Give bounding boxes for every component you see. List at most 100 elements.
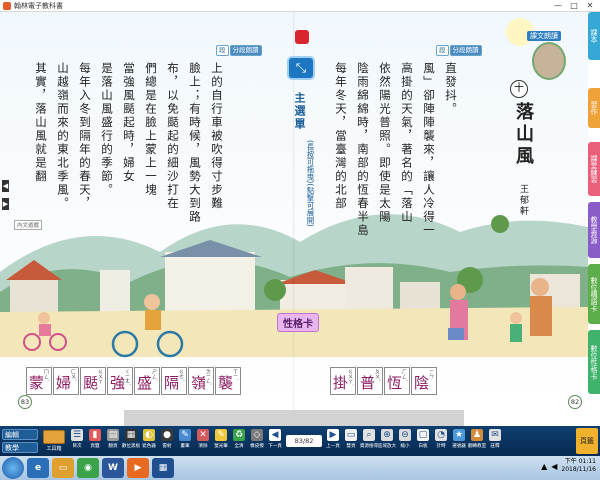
toolbar-button[interactable]: ▶ 上一頁 (324, 427, 342, 455)
toolbar-label: 橡皮擦 (250, 444, 264, 449)
close-button[interactable]: ✕ (582, 0, 598, 12)
prev-page-arrow[interactable]: ◀ (2, 180, 9, 192)
toolbar-button[interactable]: ★ 選號器 (450, 427, 468, 455)
toolbar-label: 選號器 (452, 444, 466, 449)
toolbar-button[interactable]: ◀ 下一頁 (266, 427, 284, 455)
tab-teaching-resources[interactable]: 教學資源 (588, 202, 600, 258)
start-button[interactable] (2, 457, 24, 479)
vocab-char: 婦 (56, 374, 72, 392)
next-page-arrow[interactable]: ▶ (2, 198, 9, 210)
segment-read-button[interactable]: 分段朗讀 (449, 44, 482, 56)
toolbar-button[interactable]: ▭ 雙頁 (342, 427, 360, 455)
vocab-card[interactable]: 普ㄆㄨˇ (357, 367, 383, 395)
trait-card-button[interactable]: 性格卡 (277, 313, 319, 332)
vocab-char: 颳 (83, 374, 99, 392)
chrome-icon[interactable]: ◉ (77, 458, 99, 478)
vocab-zhuyin: ㄏㄥˊ (401, 369, 407, 382)
vocab-card[interactable]: 恆ㄏㄥˊ (384, 367, 410, 395)
left-page-text: 上的自行車被吹得寸步難 臉上；有時候，風勢大到路 布，以免颳起的細沙打在 們總是… (30, 62, 228, 302)
lesson-read-button[interactable]: 課文朗讀 (527, 31, 561, 41)
page-tab-button[interactable]: 頁籤 (576, 428, 598, 454)
vocab-card[interactable]: 隔ㄍㄜˊ (161, 367, 187, 395)
toolbar-label: 區域放大 (377, 444, 397, 449)
section-tag[interactable]: 段 (216, 44, 229, 56)
tree (491, 215, 509, 233)
vocab-zhuyin: ㄌㄧㄥˇ (205, 369, 211, 386)
woman-head (531, 278, 549, 296)
folder-icon[interactable]: ▭ (52, 458, 74, 478)
vocab-card[interactable]: 陰ㄧㄣ (411, 367, 437, 395)
toolbar-button[interactable]: ♟ 翻轉教室 (468, 427, 486, 455)
toolbar-button[interactable]: ● 雷射 (158, 427, 176, 455)
toolbar-button[interactable]: ◔ 計時 (432, 427, 450, 455)
toolbox-button[interactable]: 工具箱 (40, 427, 68, 455)
main-menu-label: 主選單 (293, 92, 306, 131)
tab-textbook[interactable]: 課本 (588, 12, 600, 60)
vocab-card[interactable]: 蒙ㄇㄥˊ (26, 367, 52, 395)
toolbar-button[interactable]: ✎ 螢光筆 (212, 427, 230, 455)
toolbar-button[interactable]: ▮ 頁籤 (86, 427, 104, 455)
network-icon[interactable]: ▲ (541, 462, 547, 471)
toolbar-label: 畫筆 (180, 444, 190, 449)
clock[interactable]: 下午 01:11 2018/11/16 (561, 458, 596, 474)
edit-mode-button[interactable]: 編輯 (2, 429, 38, 440)
app-icon (3, 1, 11, 10)
toolbar-label: 計時 (436, 444, 446, 449)
toolbar-button[interactable]: ⊖ 縮小 (396, 427, 414, 455)
vocab-char: 隔 (164, 374, 180, 392)
text-column: 其實，落山風就是翻 (34, 62, 48, 184)
vocab-card[interactable]: 嶺ㄌㄧㄥˇ (188, 367, 214, 395)
toolbar-button[interactable]: ▦ 數位黑板 (122, 427, 140, 455)
toolbar-button[interactable]: ✉ 註釋 (486, 427, 504, 455)
vocab-card[interactable]: 盛ㄕㄥˋ (134, 367, 160, 395)
teach-mode-button[interactable]: 教學 (2, 442, 38, 453)
toolbar-button[interactable]: ⊕ 區域放大 (378, 427, 396, 455)
side-tabs: 課本 習作 課堂練習 教學資源 數位構語卡 數位性格卡 (588, 12, 600, 410)
page-number-input[interactable]: 83/82 (286, 435, 322, 447)
word-icon[interactable]: W (102, 458, 124, 478)
left-section-tags: 段 分段朗讀 (216, 44, 262, 56)
toolbar-button[interactable]: ✕ 清除 (194, 427, 212, 455)
vocab-card[interactable]: 掛ㄍㄨㄚˋ (330, 367, 356, 395)
ebook-icon[interactable]: ▦ (152, 458, 174, 478)
main-menu[interactable]: ⤡ 主選單 (長按可拖曳)(點擊可展開) (283, 30, 321, 230)
toolbar-button[interactable]: ◐ 遮色器 (140, 427, 158, 455)
vocab-card[interactable]: 颳ㄍㄨㄚ (80, 367, 106, 395)
section-tag[interactable]: 段 (436, 44, 449, 56)
inline-game-button[interactable]: 內文遊戲 (14, 220, 43, 230)
toolbar-button[interactable]: ♻ 全清 (230, 427, 248, 455)
toolbar-icon: ✎ (179, 429, 191, 441)
toolbar-button[interactable]: ⌕ 資源搜尋 (360, 427, 378, 455)
vocab-card[interactable]: 襲ㄒㄧˊ (215, 367, 241, 395)
toolbar-button[interactable]: ◇ 橡皮擦 (248, 427, 266, 455)
tab-digital-trait-cards[interactable]: 數位性格卡 (588, 330, 600, 394)
ie-icon[interactable]: e (27, 458, 49, 478)
toolbar-button[interactable]: ▢ 白板 (414, 427, 432, 455)
child-head (510, 312, 522, 324)
vocab-char: 陰 (414, 374, 430, 392)
vocab-card[interactable]: 婦ㄈㄨˋ (53, 367, 79, 395)
toolbar-button[interactable]: ☰ 目次 (68, 427, 86, 455)
toolbar-button[interactable]: ✎ 畫筆 (176, 427, 194, 455)
tab-digital-word-cards[interactable]: 數位構語卡 (588, 264, 600, 324)
toolbar-icon: ♻ (233, 429, 245, 441)
media-icon[interactable]: ▶ (127, 458, 149, 478)
minimize-button[interactable]: — (550, 0, 566, 12)
maximize-button[interactable]: □ (566, 0, 582, 12)
tab-workbook[interactable]: 習作 (588, 88, 600, 128)
toolbar-label: 縮小 (400, 444, 410, 449)
segment-read-button[interactable]: 分段朗讀 (229, 44, 262, 56)
textbook-spread: 段 分段朗讀 上的自行車被吹得寸步難 臉上；有時候，風勢大到路 布，以免颳起的細… (0, 12, 588, 410)
vocab-char: 嶺 (191, 374, 207, 392)
toolbar-label: 數位黑板 (121, 444, 141, 449)
volume-icon[interactable]: ◀ (551, 462, 557, 471)
text-column: 風」卻陣陣襲來，讓人冷得一 (422, 62, 436, 238)
toolbar-button[interactable]: ▤ 翻頁 (104, 427, 122, 455)
vocab-card[interactable]: 強ㄑㄧㄤˊ (107, 367, 133, 395)
vocab-row-left: 蒙ㄇㄥˊ 婦ㄈㄨˋ 颳ㄍㄨㄚ 強ㄑㄧㄤˊ 盛ㄕㄥˋ 隔ㄍㄜˊ 嶺ㄌㄧㄥˇ 襲ㄒㄧ… (26, 367, 242, 395)
menu-pin-icon[interactable] (295, 30, 309, 44)
tab-class-practice[interactable]: 課堂練習 (588, 142, 600, 196)
vocab-zhuyin: ㄍㄨㄚˋ (347, 369, 353, 387)
toolbar-icon: ♟ (471, 429, 483, 441)
expand-icon[interactable]: ⤡ (287, 56, 315, 80)
